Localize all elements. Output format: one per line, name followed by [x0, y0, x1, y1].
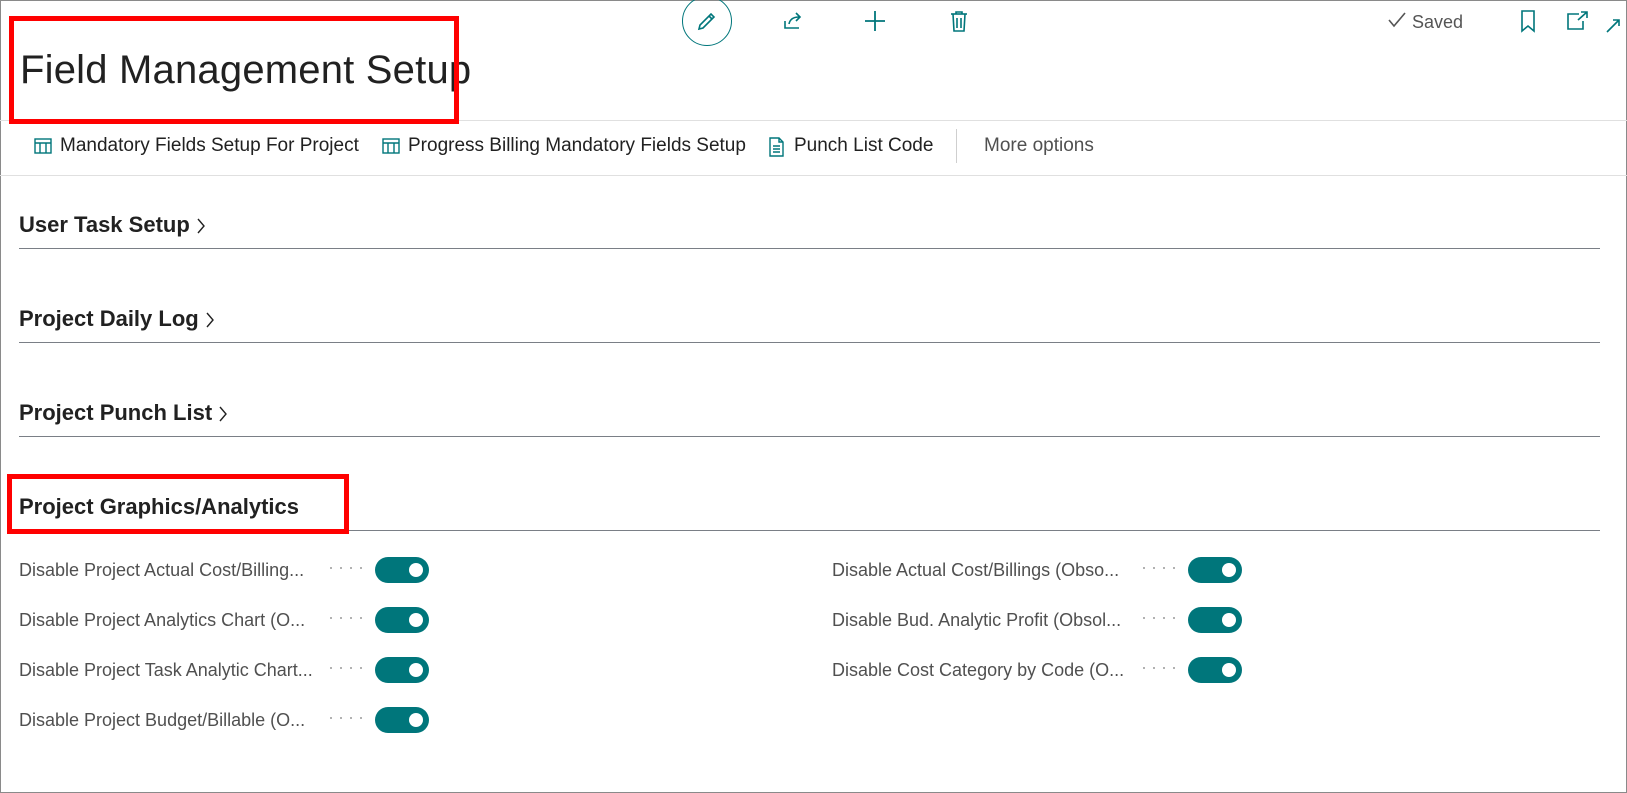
field-label: Disable Project Task Analytic Chart... — [19, 659, 313, 680]
field-disable-actual-cost-billings: Disable Actual Cost/Billings (Obso... — [832, 555, 1119, 585]
field-disable-cost-category-by-code: Disable Cost Category by Code (O... — [832, 655, 1124, 685]
action-separator — [956, 129, 957, 163]
toggle-disable-bud-analytic-profit[interactable] — [1188, 607, 1242, 633]
mandatory-fields-setup-for-project-action[interactable]: Mandatory Fields Setup For Project — [34, 135, 359, 157]
page-title: Field Management Setup — [20, 48, 472, 92]
progress-billing-mandatory-fields-setup-action[interactable]: Progress Billing Mandatory Fields Setup — [382, 135, 746, 157]
share-icon[interactable] — [778, 6, 808, 36]
section-user-task-setup: User Task Setup — [19, 208, 1600, 249]
chevron-right-icon — [219, 406, 228, 422]
section-title: Project Punch List — [19, 400, 213, 425]
chevron-right-icon — [206, 312, 214, 328]
section-header[interactable]: Project Punch List — [19, 400, 228, 426]
toggle-disable-actual-cost-billings[interactable] — [1188, 557, 1242, 583]
table-icon — [34, 137, 52, 155]
section-title: User Task Setup — [19, 212, 190, 237]
field-disable-project-budget-billable: Disable Project Budget/Billable (O... — [19, 705, 305, 735]
action-label: Punch List Code — [794, 135, 934, 156]
section-header[interactable]: Project Daily Log — [19, 306, 215, 332]
toggle-disable-project-analytics-chart[interactable] — [375, 607, 429, 633]
table-icon — [382, 137, 400, 155]
field-label: Disable Bud. Analytic Profit (Obsol... — [832, 609, 1122, 630]
toggle-disable-cost-category-by-code[interactable] — [1188, 657, 1242, 683]
section-project-daily-log: Project Daily Log — [19, 302, 1600, 343]
collapse-icon[interactable] — [1602, 12, 1624, 38]
field-disable-project-task-analytic-chart: Disable Project Task Analytic Chart... — [19, 655, 313, 685]
section-project-punch-list: Project Punch List — [19, 396, 1600, 437]
chevron-right-icon — [197, 218, 205, 234]
section-project-graphics-analytics: Project Graphics/Analytics — [19, 490, 1600, 531]
bookmark-icon[interactable] — [1514, 6, 1542, 36]
field-label: Disable Project Budget/Billable (O... — [19, 709, 306, 730]
delete-icon[interactable] — [944, 6, 974, 36]
saved-status: Saved — [1388, 8, 1463, 36]
check-icon — [1388, 11, 1406, 33]
toggle-disable-project-task-analytic-chart[interactable] — [375, 657, 429, 683]
section-header[interactable]: User Task Setup — [19, 212, 206, 238]
field-label: Disable Project Analytics Chart (O... — [19, 609, 306, 630]
section-title: Project Daily Log — [19, 306, 199, 331]
field-disable-bud-analytic-profit: Disable Bud. Analytic Profit (Obsol... — [832, 605, 1121, 635]
open-new-window-icon[interactable] — [1562, 6, 1592, 36]
field-label: Disable Cost Category by Code (O... — [832, 659, 1125, 680]
new-icon[interactable] — [860, 6, 890, 36]
action-label: Mandatory Fields Setup For Project — [60, 135, 359, 156]
punch-list-code-action[interactable]: Punch List Code — [768, 135, 933, 157]
field-disable-project-actual-cost-billing: Disable Project Actual Cost/Billing... — [19, 555, 304, 585]
section-header[interactable]: Project Graphics/Analytics — [19, 494, 299, 520]
more-options-button[interactable]: More options — [984, 135, 1094, 157]
section-title: Project Graphics/Analytics — [19, 494, 299, 519]
action-bar: Mandatory Fields Setup For Project Progr… — [0, 120, 1627, 176]
toggle-disable-project-actual-cost-billing[interactable] — [375, 557, 429, 583]
saved-label: Saved — [1412, 11, 1464, 32]
toggle-disable-project-budget-billable[interactable] — [375, 707, 429, 733]
field-label: Disable Actual Cost/Billings (Obso... — [832, 559, 1120, 580]
action-label: Progress Billing Mandatory Fields Setup — [408, 135, 746, 156]
field-label: Disable Project Actual Cost/Billing... — [19, 559, 305, 580]
document-icon — [768, 137, 786, 157]
field-disable-project-analytics-chart: Disable Project Analytics Chart (O... — [19, 605, 305, 635]
